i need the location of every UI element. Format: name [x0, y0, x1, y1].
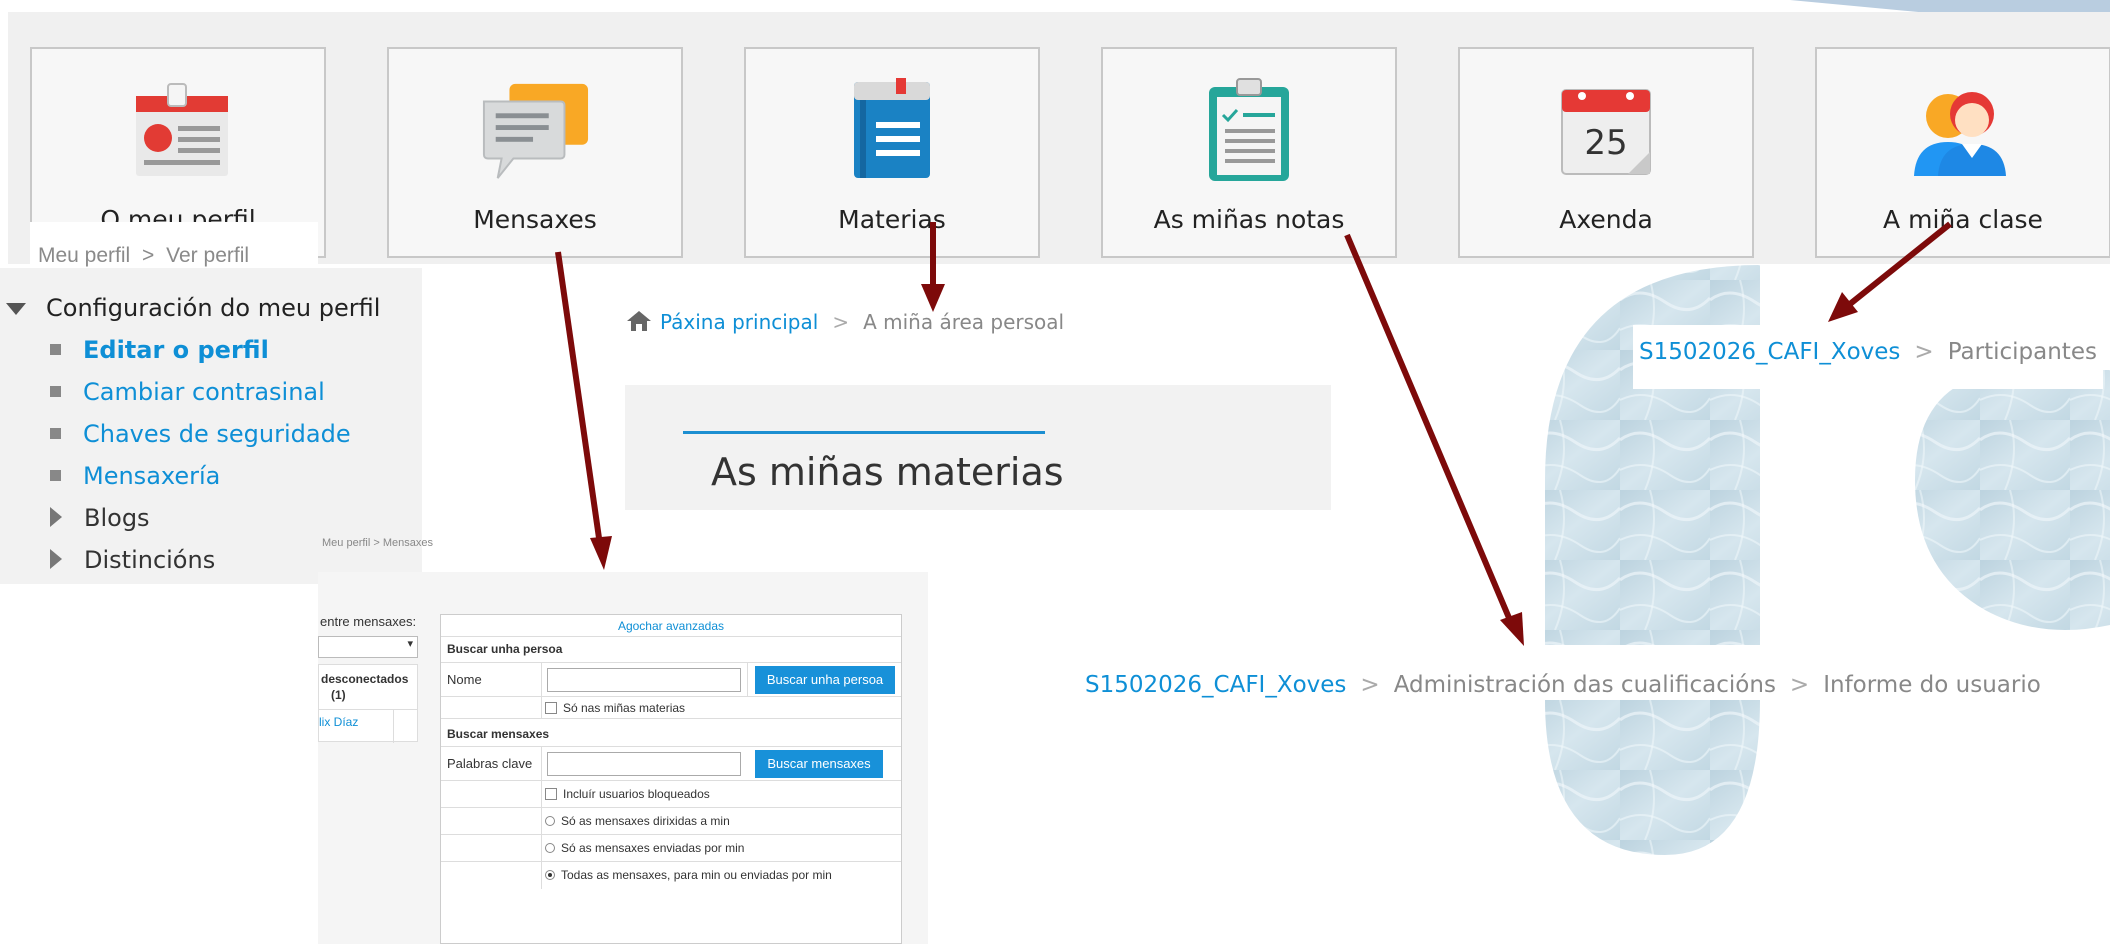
arrow-grades — [1344, 233, 1515, 627]
arrow-messages-head — [590, 536, 612, 570]
arrow-class — [1848, 221, 1952, 307]
arrow-grades-head — [1500, 612, 1524, 646]
arrow-class-head — [1828, 292, 1858, 322]
arrow-messages — [555, 251, 603, 546]
arrow-courses-head — [921, 284, 945, 312]
callout-arrows — [555, 221, 1952, 646]
